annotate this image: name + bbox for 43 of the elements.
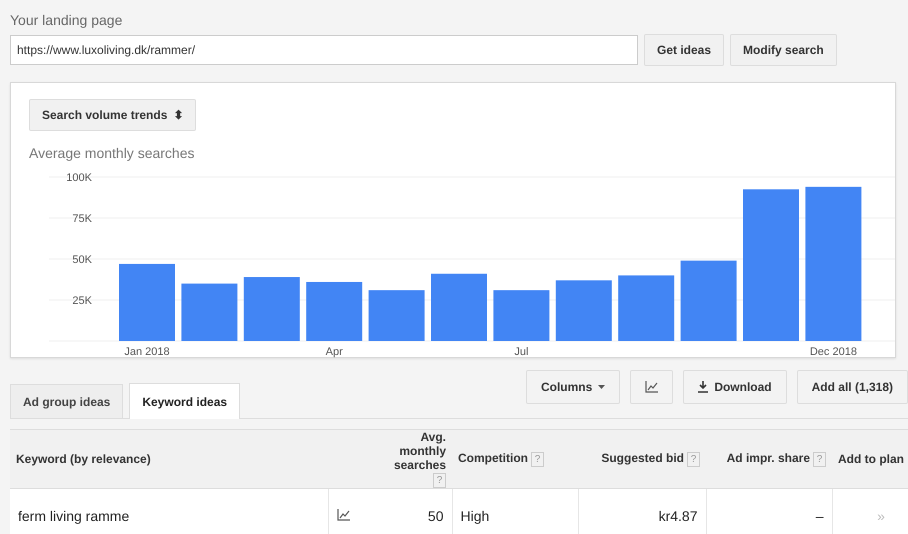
searches-cell: 50: [428, 508, 444, 524]
keyword-cell: ferm living ramme: [18, 508, 130, 524]
axis-label: Apr: [326, 346, 343, 358]
tab[interactable]: Keyword ideas: [129, 383, 240, 419]
field-label: Your landing page: [10, 12, 122, 28]
column-header[interactable]: Suggested bid: [601, 451, 684, 465]
axis-label: 50K: [72, 254, 92, 266]
impression-share-cell: –: [816, 508, 824, 524]
chart-title: Average monthly searches: [29, 145, 194, 161]
column-header[interactable]: Keyword (by relevance): [16, 452, 151, 466]
column-header[interactable]: Competition: [458, 451, 528, 465]
column-header[interactable]: Avg. monthly searches: [382, 430, 446, 472]
bar: [431, 274, 487, 341]
search-button[interactable]: Modify search: [730, 34, 837, 66]
chart-icon: [336, 509, 350, 521]
axis-label: Jul: [514, 346, 528, 358]
bar: [306, 282, 362, 341]
download-icon: [698, 381, 708, 393]
chart-icon: [645, 381, 658, 393]
add-all-button[interactable]: Add all (1,318): [796, 370, 908, 404]
bar: [556, 280, 612, 341]
bar: [493, 290, 550, 341]
bid-cell: kr4.87: [658, 508, 698, 524]
axis-label: 25K: [72, 295, 92, 307]
url-field[interactable]: https://www.luxoliving.dk/rammer/: [10, 35, 638, 65]
competition-cell: High: [460, 508, 490, 524]
axis-label: Dec 2018: [810, 346, 857, 358]
download-button[interactable]: Download: [683, 370, 787, 404]
bar: [618, 275, 674, 341]
search-button[interactable]: Get ideas: [644, 34, 724, 66]
axis-label: Jan 2018: [124, 346, 170, 358]
axis-label: 100K: [66, 172, 92, 184]
axis-label: 75K: [72, 213, 92, 225]
bar: [368, 290, 425, 341]
column-header[interactable]: Ad impr. share: [726, 451, 810, 465]
caret-icon: [598, 385, 606, 389]
tab[interactable]: Ad group ideas: [10, 384, 124, 418]
bar: [181, 284, 238, 341]
trend-selector[interactable]: Search volume trends ⬍: [29, 99, 196, 131]
column-header[interactable]: Add to plan: [838, 452, 904, 466]
columns-dropdown[interactable]: Columns: [526, 370, 620, 404]
bar: [244, 277, 300, 341]
chart-button[interactable]: [630, 370, 674, 404]
